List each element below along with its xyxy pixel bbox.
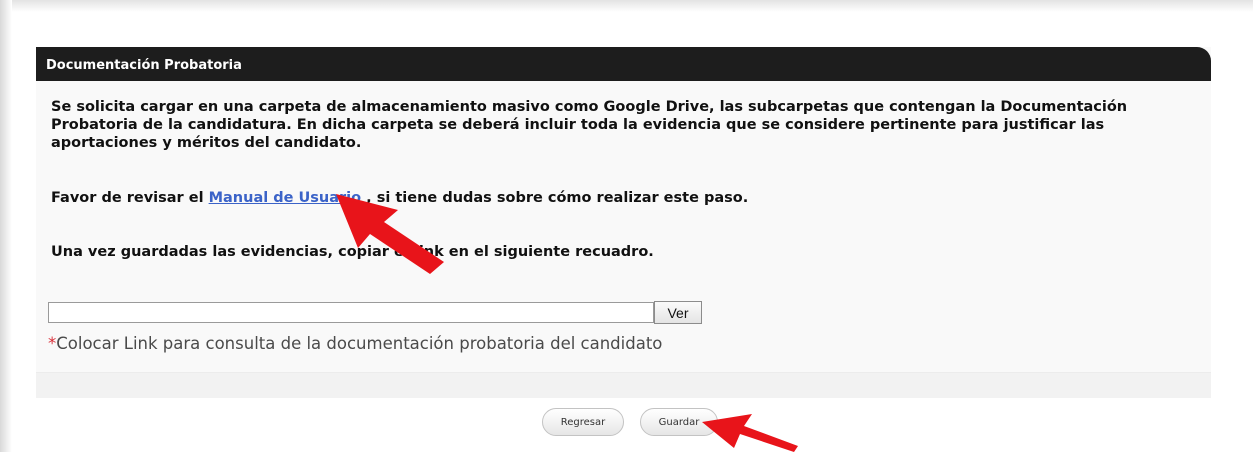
page: Documentación Probatoria Se solicita car…	[0, 0, 1253, 452]
panel-title: Documentación Probatoria	[46, 58, 242, 73]
link-note-text: Colocar Link para consulta de la documen…	[56, 334, 663, 353]
ver-button[interactable]: Ver	[654, 301, 702, 324]
back-button[interactable]: Regresar	[542, 408, 624, 436]
top-shadow	[0, 0, 1253, 12]
manual-paragraph: Favor de revisar el Manual de Usuario , …	[51, 189, 1171, 207]
link-note: *Colocar Link para consulta de la docume…	[48, 334, 662, 354]
link-input[interactable]	[48, 302, 654, 323]
save-button[interactable]: Guardar	[640, 408, 718, 436]
panel-footer-strip	[36, 372, 1211, 398]
manual-paragraph-prefix: Favor de revisar el	[51, 190, 209, 206]
instructions-paragraph: Se solicita cargar en una carpeta de alm…	[51, 99, 1128, 151]
panel-header: Documentación Probatoria	[36, 47, 1211, 81]
manual-paragraph-suffix: , si tiene dudas sobre cómo realizar est…	[361, 190, 749, 206]
copy-link-paragraph: Una vez guardadas las evidencias, copiar…	[51, 244, 654, 260]
left-shadow	[0, 0, 12, 452]
user-manual-link[interactable]: Manual de Usuario	[209, 190, 362, 206]
required-asterisk: *	[48, 334, 57, 353]
